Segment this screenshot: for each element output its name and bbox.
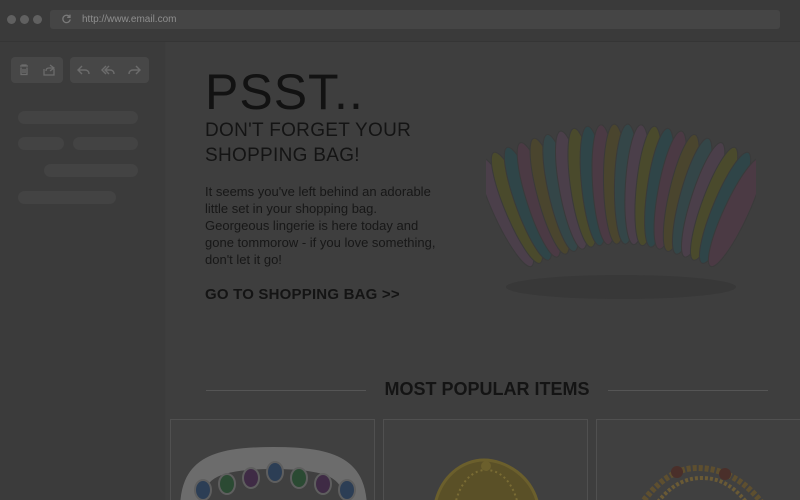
reply-all-icon[interactable] <box>101 62 117 78</box>
gem <box>314 473 332 495</box>
window-maximize-icon[interactable] <box>33 15 42 24</box>
toolbar-group-reply <box>70 57 149 83</box>
forward-icon[interactable] <box>126 62 142 78</box>
mail-sidebar <box>0 42 165 500</box>
gem <box>338 479 356 500</box>
address-bar[interactable]: http://www.email.com <box>50 10 780 29</box>
gold-chain-image <box>640 464 764 500</box>
placeholder-line <box>18 111 138 124</box>
email-headline: PSST.. <box>205 64 364 120</box>
email-subheadline: DON'T FORGET YOUR SHOPPING BAG! <box>205 120 412 166</box>
email-body: PSST.. DON'T FORGET YOUR SHOPPING BAG! I… <box>166 42 800 500</box>
placeholder-line <box>18 191 116 204</box>
section-title: MOST POPULAR ITEMS <box>384 379 590 399</box>
gem <box>290 467 308 489</box>
email-body-copy: It seems you've left behind an adorable … <box>205 184 436 267</box>
browser-toolbar: http://www.email.com <box>0 0 800 42</box>
gem <box>194 479 212 500</box>
window-close-icon[interactable] <box>7 15 16 24</box>
gem <box>242 467 260 489</box>
toolbar-group-actions <box>11 57 63 83</box>
most-popular-heading: MOST POPULAR ITEMS <box>206 379 768 399</box>
gem <box>266 461 284 483</box>
reply-icon[interactable] <box>76 62 92 78</box>
window-minimize-icon[interactable] <box>20 15 29 24</box>
product-card[interactable] <box>596 419 800 500</box>
product-card[interactable] <box>170 419 375 500</box>
gold-earring-image <box>434 458 539 500</box>
placeholder-line <box>44 164 138 177</box>
gem <box>218 473 236 495</box>
trash-icon[interactable] <box>16 62 32 78</box>
placeholder-line <box>73 137 138 150</box>
heading-divider <box>608 390 768 391</box>
jeweled-bracelet-image <box>180 446 367 500</box>
share-icon[interactable] <box>41 62 57 78</box>
placeholder-line <box>18 137 64 150</box>
bracelet-image <box>486 123 756 299</box>
product-card[interactable] <box>383 419 588 500</box>
refresh-icon[interactable] <box>61 13 72 24</box>
url-text: http://www.email.com <box>82 14 177 25</box>
go-to-shopping-bag-link[interactable]: GO TO SHOPPING BAG >> <box>205 286 400 303</box>
